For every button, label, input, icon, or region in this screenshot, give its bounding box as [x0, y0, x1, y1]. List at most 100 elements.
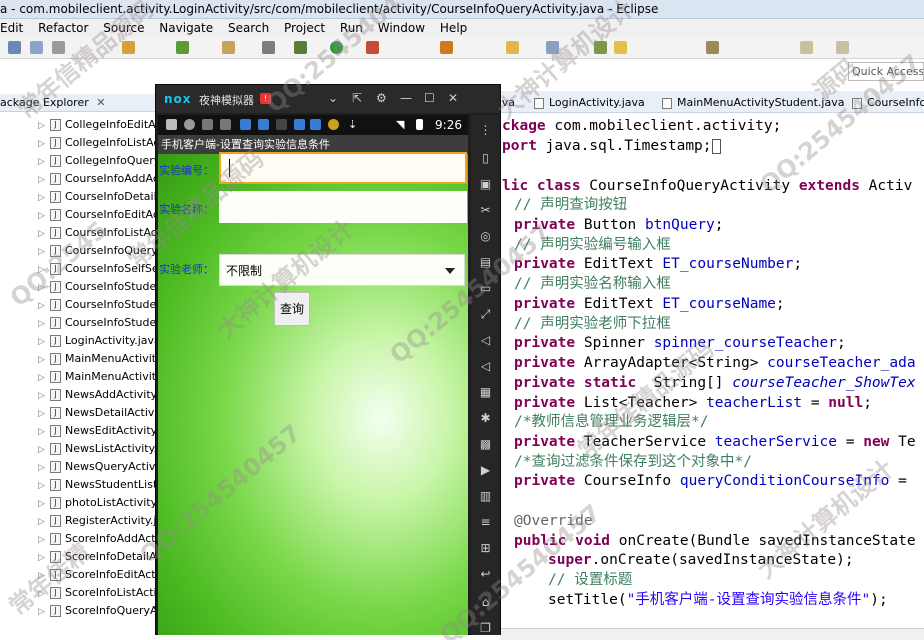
tree-item[interactable]: ▷ J CourseInfoListAct	[38, 224, 156, 242]
tree-item[interactable]: ▷ J CourseInfoQuery	[38, 242, 156, 260]
maximize-icon[interactable]: ☐	[424, 91, 435, 105]
record-icon[interactable]: ▶	[477, 463, 494, 478]
expand-icon[interactable]: ▷	[38, 351, 50, 369]
expand-icon[interactable]: ▷	[38, 585, 50, 603]
expand-icon[interactable]: ▷	[38, 405, 50, 423]
gear-icon[interactable]: ⚙	[376, 91, 387, 105]
emulator-title-bar[interactable]: nox 夜神模拟器 ! ⌄ ⇱ ⚙ — ☐ ✕	[156, 85, 500, 113]
query-button[interactable]: 查询	[274, 292, 310, 326]
tree-item[interactable]: ▷ J LoginActivity.java	[38, 332, 156, 350]
run-icon[interactable]	[330, 41, 343, 54]
keyboard-icon[interactable]: ▤	[477, 255, 494, 270]
screen-icon[interactable]: ▭	[477, 281, 494, 296]
tree-item[interactable]: ▷ J ScoreInfoQueryA	[38, 602, 156, 620]
expand-icon[interactable]: ▷	[38, 261, 50, 279]
debug-icon[interactable]	[176, 41, 189, 54]
menu-source[interactable]: Source	[103, 21, 144, 35]
expand-icon[interactable]: ▷	[38, 477, 50, 495]
teacher-spinner[interactable]: 不限制	[219, 254, 465, 286]
expand-icon[interactable]: ▷	[38, 117, 50, 135]
expand-icon[interactable]: ▷	[38, 603, 50, 621]
tree-item[interactable]: ▷ J CollegeInfoEditAc	[38, 116, 156, 134]
expand-icon[interactable]: ▷	[38, 171, 50, 189]
close-icon[interactable]: ✕	[96, 96, 105, 109]
tree-item[interactable]: ▷ J CourseInfoDetail	[38, 188, 156, 206]
more-icon[interactable]: ⋮	[477, 123, 494, 138]
menu-project[interactable]: Project	[284, 21, 325, 35]
tree-item[interactable]: ▷ J CollegeInfoQuery	[38, 152, 156, 170]
next-annotation-icon[interactable]	[706, 41, 719, 54]
expand-icon[interactable]: ▷	[38, 387, 50, 405]
expand-icon[interactable]: ▷	[38, 207, 50, 225]
menu-refactor[interactable]: Refactor	[38, 21, 88, 35]
expand-icon[interactable]: ▷	[38, 423, 50, 441]
tree-item[interactable]: ▷ J RegisterActivity.ja	[38, 512, 156, 530]
save-all-icon[interactable]	[30, 41, 43, 54]
chevron-down-icon[interactable]: ⌄	[328, 91, 338, 105]
tree-item[interactable]: ▷ J MainMenuActivity	[38, 368, 156, 386]
location-icon[interactable]: ◎	[477, 229, 494, 244]
back-icon[interactable]	[800, 41, 813, 54]
expand-icon[interactable]: ▷	[38, 333, 50, 351]
expand-icon[interactable]: ▷	[38, 495, 50, 513]
shake-icon[interactable]: ✱	[477, 411, 494, 426]
home-icon[interactable]: ⌂	[477, 595, 494, 610]
tab-main-menu-activity-student[interactable]: MainMenuActivityStudent.java	[662, 94, 844, 112]
open-folder-icon[interactable]	[506, 41, 519, 54]
menu-edit[interactable]: Edit	[0, 21, 23, 35]
build-icon[interactable]	[122, 41, 135, 54]
tree-item[interactable]: ▷ J NewsDetailActivit	[38, 404, 156, 422]
tree-item[interactable]: ▷ J MainMenuActivity	[38, 350, 156, 368]
volume-up-icon[interactable]: ◁	[477, 333, 494, 348]
expand-icon[interactable]: ▷	[38, 189, 50, 207]
expand-icon[interactable]: ▷	[38, 153, 50, 171]
volume-down-icon[interactable]: ◁	[477, 359, 494, 374]
tab-course-info[interactable]: CourseInfo	[852, 94, 924, 112]
expand-icon[interactable]: ▷	[38, 297, 50, 315]
save-icon[interactable]	[8, 41, 21, 54]
apk-install-icon[interactable]: ▦	[477, 385, 494, 400]
tree-item[interactable]: ▷ J CourseInfoStuder	[38, 296, 156, 314]
tree-item[interactable]: ▷ J NewsQueryActivi	[38, 458, 156, 476]
course-number-input[interactable]	[219, 152, 467, 184]
macro-icon[interactable]: ▥	[477, 489, 494, 504]
phone-icon[interactable]: ▯	[477, 151, 494, 166]
expand-icon[interactable]: ▷	[38, 243, 50, 261]
scissors-icon[interactable]: ✂	[477, 203, 494, 218]
pin-icon[interactable]: ⇱	[352, 91, 362, 105]
notice-badge[interactable]: !	[260, 93, 271, 104]
annotation-icon[interactable]	[594, 41, 607, 54]
expand-icon[interactable]: ▷	[38, 225, 50, 243]
back-icon[interactable]: ↩	[477, 567, 494, 582]
expand-icon[interactable]: ▷	[38, 531, 50, 549]
tree-item[interactable]: ▷ JphotoListActivity.j	[38, 494, 156, 512]
debug-run-icon[interactable]	[294, 41, 307, 54]
search-icon[interactable]	[546, 41, 559, 54]
expand-icon[interactable]: ▷	[38, 459, 50, 477]
server-icon[interactable]	[262, 41, 275, 54]
fullscreen-icon[interactable]: ⤢	[477, 307, 494, 322]
code-editor[interactable]: ckage com.mobileclient.activity; port ja…	[500, 113, 924, 640]
robot-icon[interactable]: ▣	[477, 177, 494, 192]
minimize-icon[interactable]: —	[400, 91, 412, 105]
tree-item[interactable]: ▷ J ScoreInfoAddAct	[38, 530, 156, 548]
tree-item[interactable]: ▷ J CourseInfoEditAct	[38, 206, 156, 224]
expand-icon[interactable]: ▷	[38, 513, 50, 531]
open-type-icon[interactable]	[440, 41, 453, 54]
forward-icon[interactable]	[836, 41, 849, 54]
menu-navigate[interactable]: Navigate	[159, 21, 213, 35]
package-explorer-title[interactable]: ackage Explorer	[0, 96, 89, 109]
expand-icon[interactable]: ▷	[38, 135, 50, 153]
recent-apps-icon[interactable]: ❐	[477, 621, 494, 636]
tree-item[interactable]: ▷ J NewsListActivity.j	[38, 440, 156, 458]
print-icon[interactable]	[52, 41, 65, 54]
external-tools-icon[interactable]	[366, 41, 379, 54]
pen-icon[interactable]	[614, 41, 627, 54]
menu-help[interactable]: Help	[440, 21, 467, 35]
tab-login-activity[interactable]: LoginActivity.java	[534, 94, 645, 112]
menu-window[interactable]: Window	[378, 21, 425, 35]
expand-icon[interactable]: ▷	[38, 549, 50, 567]
expand-icon[interactable]: ▷	[38, 441, 50, 459]
tree-item[interactable]: ▷ J CourseInfoStuder	[38, 278, 156, 296]
sync-icon[interactable]: ⊞	[477, 541, 494, 556]
